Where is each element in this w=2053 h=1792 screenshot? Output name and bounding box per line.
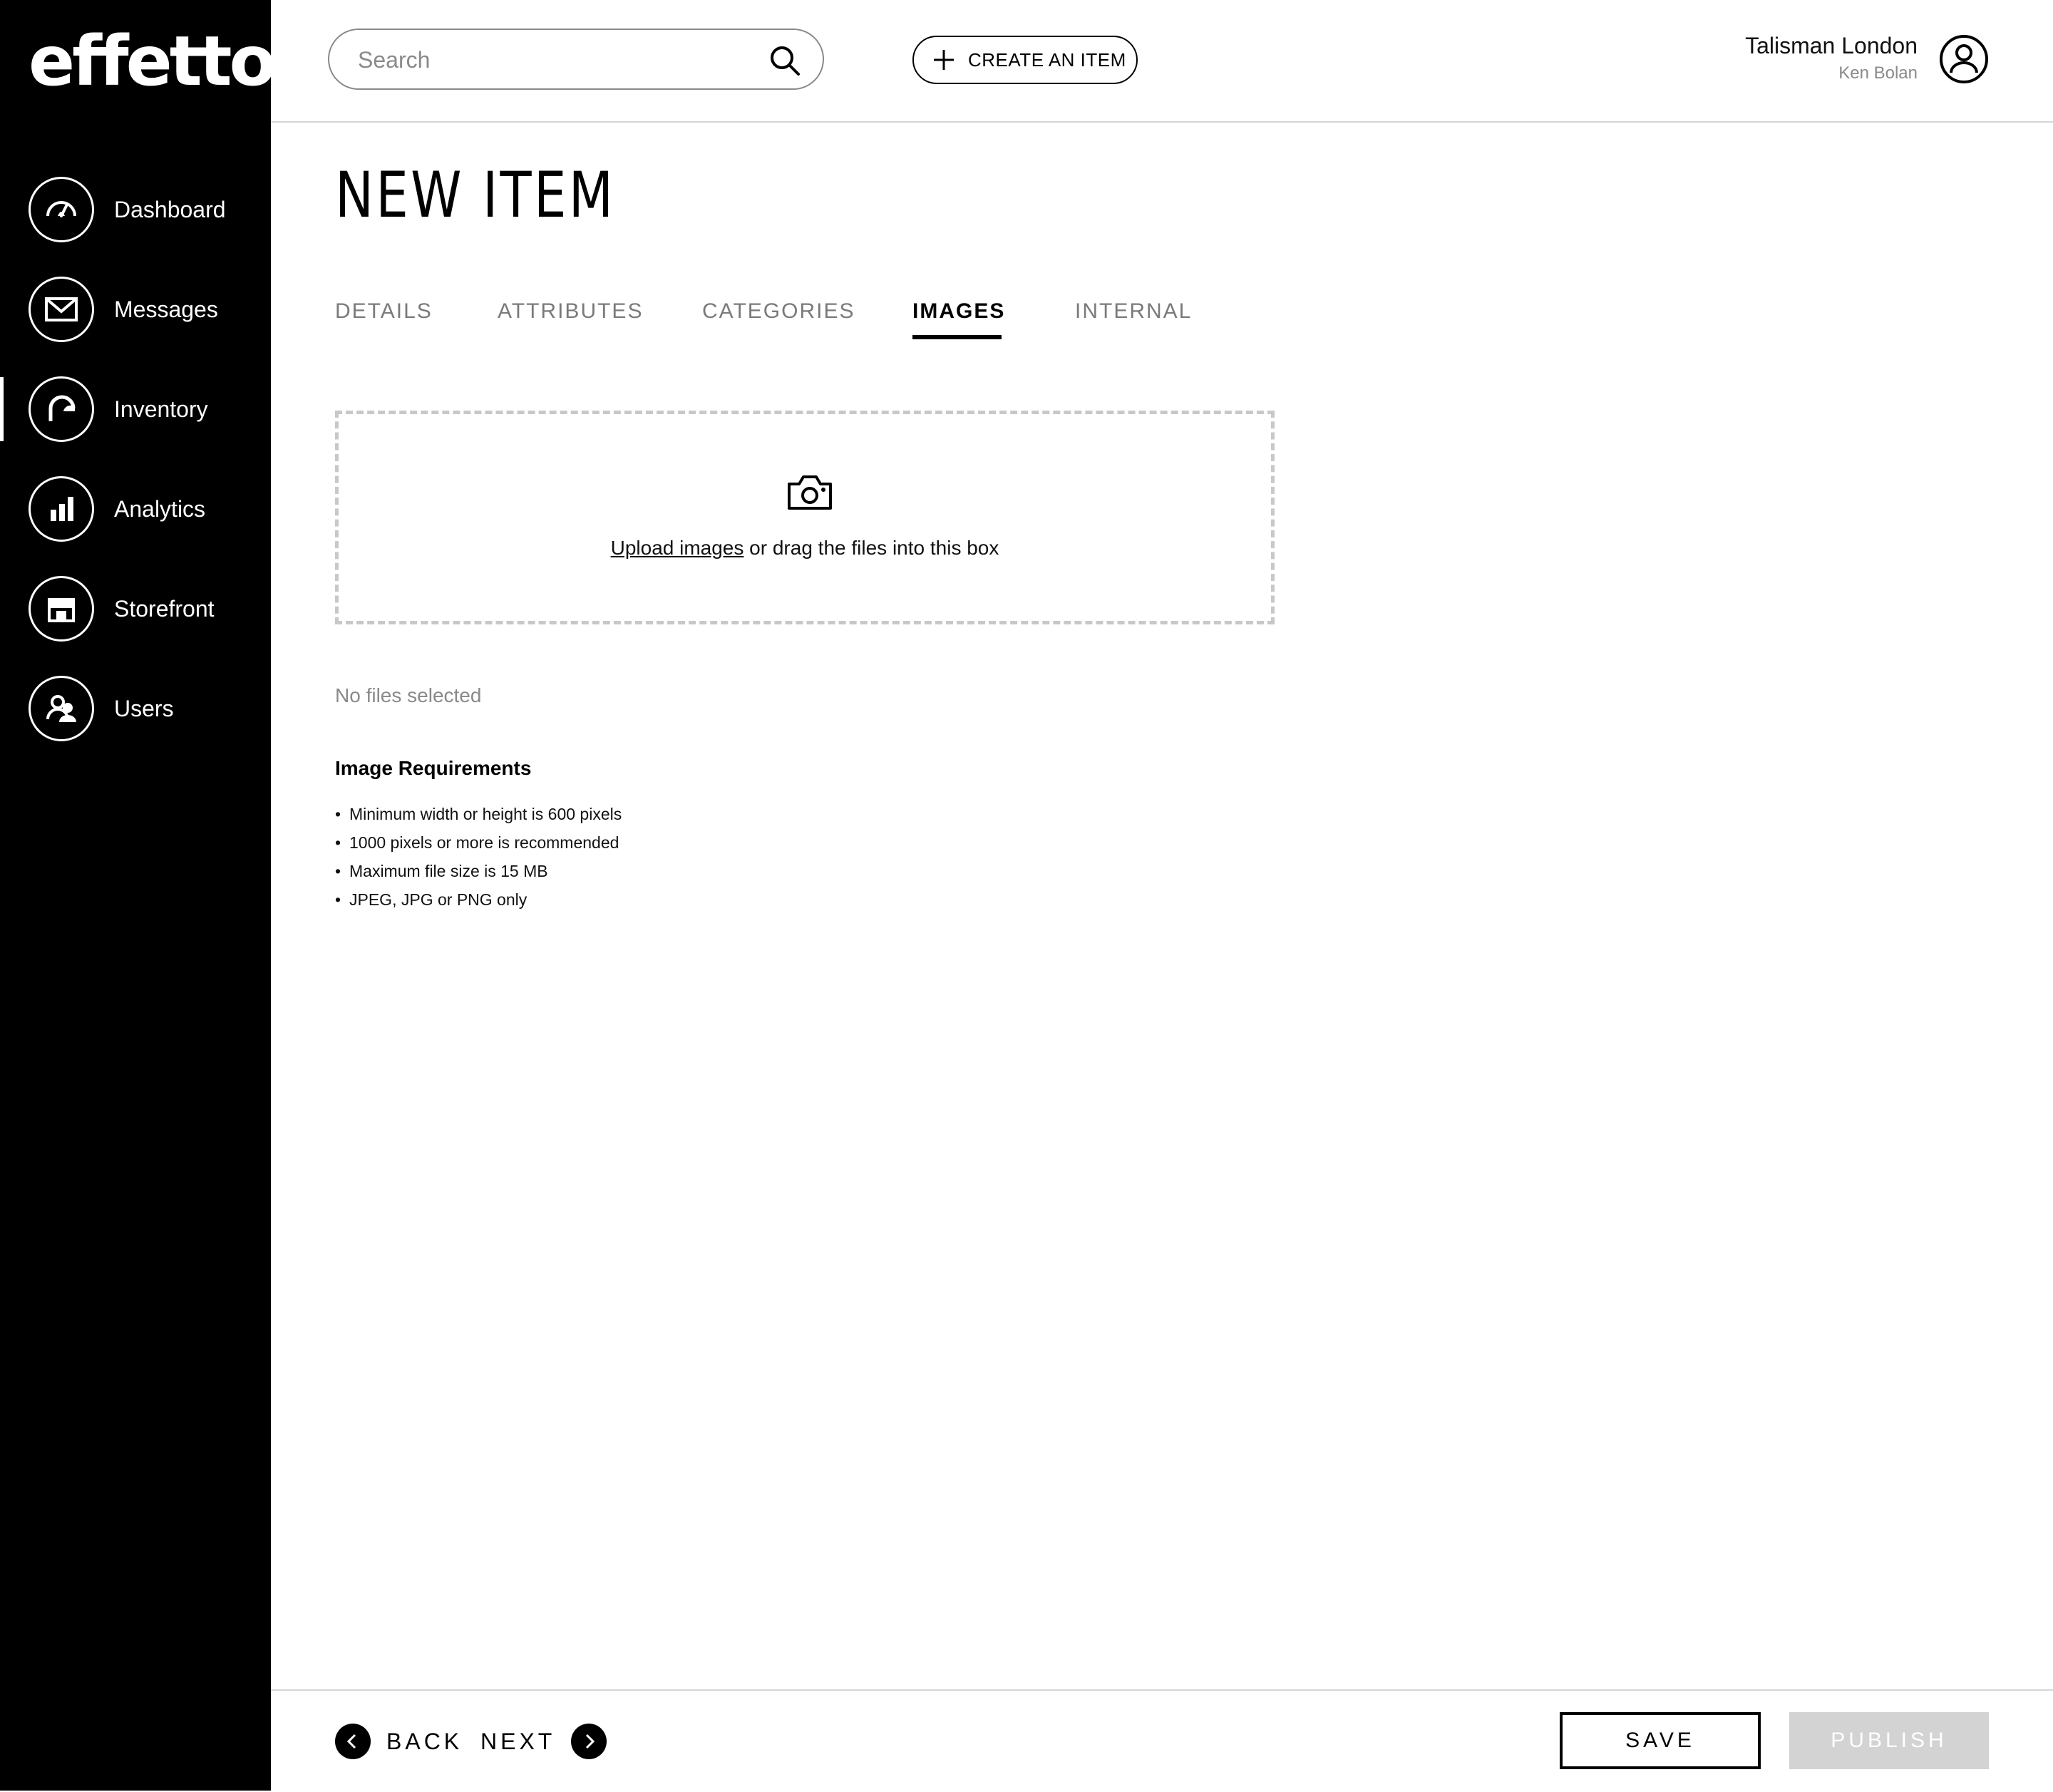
create-item-button[interactable]: CREATE AN ITEM — [912, 36, 1138, 84]
requirements-list: Minimum width or height is 600 pixels 10… — [335, 800, 622, 914]
chevron-left-icon — [335, 1724, 371, 1759]
sidebar-item-label: Inventory — [114, 396, 208, 422]
active-tab-underline — [912, 335, 1002, 339]
list-item: Maximum file size is 15 MB — [335, 857, 622, 885]
avatar-icon[interactable] — [1939, 34, 1989, 84]
next-label: NEXT — [480, 1728, 556, 1754]
sidebar-item-users[interactable]: Users — [0, 673, 271, 744]
bottom-bar: BACK NEXT SAVE PUBLISH — [271, 1689, 2053, 1792]
tab-internal[interactable]: INTERNAL — [1075, 299, 1192, 324]
envelope-icon — [29, 277, 94, 342]
page-title: NEW ITEM — [335, 158, 616, 232]
sidebar-item-label: Messages — [114, 296, 218, 322]
user-info[interactable]: Talisman London Ken Bolan — [1745, 33, 1918, 83]
image-dropzone[interactable]: Upload images or drag the files into thi… — [335, 411, 1275, 624]
sidebar-item-analytics[interactable]: Analytics — [0, 473, 271, 545]
users-icon — [29, 676, 94, 741]
bar-chart-icon — [29, 476, 94, 542]
create-item-label: CREATE AN ITEM — [968, 48, 1126, 71]
save-button[interactable]: SAVE — [1560, 1712, 1761, 1769]
search-icon[interactable] — [768, 44, 801, 81]
dropzone-hint: or drag the files into this box — [743, 537, 999, 559]
sidebar-item-messages[interactable]: Messages — [0, 274, 271, 345]
top-bar: CREATE AN ITEM Talisman London Ken Bolan — [271, 0, 2053, 123]
list-item: 1000 pixels or more is recommended — [335, 828, 622, 857]
plus-icon — [934, 50, 954, 70]
back-button[interactable]: BACK — [335, 1724, 463, 1759]
tab-images[interactable]: IMAGES — [912, 299, 1005, 324]
camera-icon — [786, 474, 833, 515]
inventory-icon — [29, 376, 94, 442]
sidebar-item-label: Analytics — [114, 495, 206, 522]
dashboard-gauge-icon — [29, 177, 94, 242]
tab-attributes[interactable]: ATTRIBUTES — [498, 299, 643, 324]
tab-categories[interactable]: CATEGORIES — [702, 299, 855, 324]
sidebar-item-inventory[interactable]: Inventory — [0, 374, 271, 445]
tab-details[interactable]: DETAILS — [335, 299, 433, 324]
search-input[interactable] — [356, 43, 758, 77]
next-button[interactable]: NEXT — [480, 1724, 607, 1759]
back-label: BACK — [386, 1728, 463, 1754]
sidebar-item-label: Users — [114, 695, 174, 721]
sidebar-item-label: Dashboard — [114, 196, 226, 222]
sidebar-item-label: Storefront — [114, 595, 215, 622]
account-name: Talisman London — [1745, 33, 1918, 58]
dropzone-instructions: Upload images or drag the files into thi… — [339, 537, 1271, 560]
upload-images-link[interactable]: Upload images — [611, 537, 744, 559]
publish-button[interactable]: PUBLISH — [1789, 1712, 1989, 1769]
storefront-icon — [29, 576, 94, 642]
chevron-right-icon — [571, 1724, 607, 1759]
search-box[interactable] — [328, 29, 824, 90]
list-item: Minimum width or height is 600 pixels — [335, 800, 622, 828]
sidebar-item-storefront[interactable]: Storefront — [0, 573, 271, 644]
file-status: No files selected — [335, 684, 482, 706]
sidebar: effetto Dashboard Messages Inventory Ana… — [0, 0, 276, 1791]
sidebar-item-dashboard[interactable]: Dashboard — [0, 174, 271, 245]
app-logo[interactable]: effetto — [29, 21, 276, 101]
list-item: JPEG, JPG or PNG only — [335, 885, 622, 914]
user-name: Ken Bolan — [1838, 63, 1918, 83]
requirements-title: Image Requirements — [335, 757, 532, 779]
